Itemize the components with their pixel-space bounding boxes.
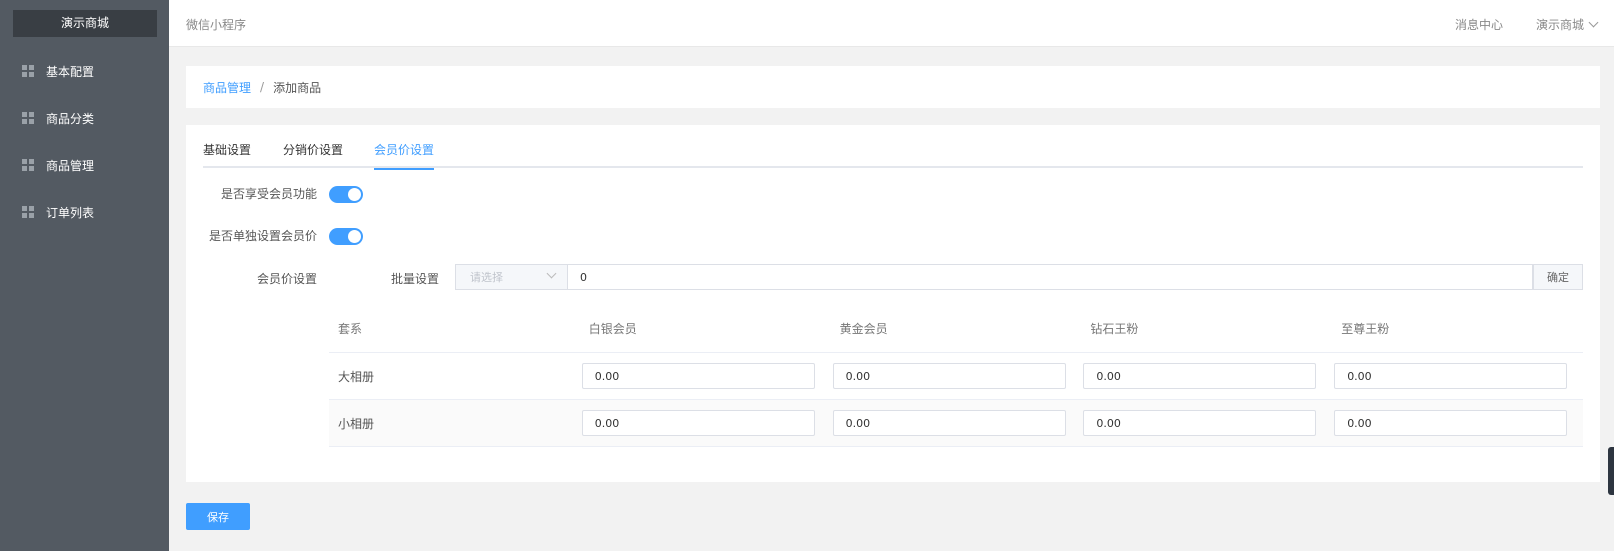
- table-row: 大相册 0.00 0.00 0.00 0.00: [329, 353, 1583, 400]
- row-name: 小相册: [338, 416, 375, 431]
- price-cell: 0.00: [1332, 353, 1583, 399]
- chevron-down-icon: [546, 268, 557, 279]
- sidebar-item-label: 商品分类: [46, 111, 95, 126]
- batch-level-select[interactable]: 请选择: [455, 264, 567, 290]
- member-price-label: 会员价设置: [256, 272, 317, 286]
- sidebar-item-products[interactable]: 商品管理: [0, 145, 169, 185]
- column-header: 钻石王粉: [1090, 322, 1139, 336]
- price-input[interactable]: 0.00: [1334, 410, 1568, 436]
- grid-icon: [22, 112, 34, 124]
- toggle-knob: [348, 188, 361, 201]
- header-title: 微信小程序: [186, 18, 247, 32]
- price-input[interactable]: 0.00: [581, 410, 815, 436]
- side-scroll-handle[interactable]: [1608, 447, 1614, 495]
- price-input[interactable]: 0.00: [1334, 363, 1568, 389]
- batch-price-value: 0: [580, 270, 587, 284]
- member-price-table: 套系 白银会员 黄金会员 钻石王粉 至尊王粉 大相册 0.00 0.00 0.0…: [329, 305, 1583, 447]
- breadcrumb: 商品管理 / 添加商品: [186, 66, 1600, 108]
- price-input[interactable]: 0.00: [1083, 410, 1317, 436]
- column-header: 套系: [338, 322, 363, 336]
- product-form-card: 基础设置 分销价设置 会员价设置 是否享受会员功能 是否单独设置会员价 会员价设…: [186, 125, 1600, 482]
- grid-icon: [22, 65, 34, 77]
- price-cell: 0.00: [580, 400, 831, 446]
- brand-logo[interactable]: 演示商城: [13, 10, 157, 37]
- tab-member-price[interactable]: 会员价设置: [374, 140, 435, 170]
- price-cell: 0.00: [1332, 400, 1583, 446]
- table-header: 套系 白银会员 黄金会员 钻石王粉 至尊王粉: [329, 305, 1583, 353]
- batch-confirm-button[interactable]: 确定: [1533, 264, 1583, 290]
- column-header: 至尊王粉: [1341, 322, 1390, 336]
- toggle-knob: [348, 230, 361, 243]
- breadcrumb-parent-link[interactable]: 商品管理: [203, 79, 251, 96]
- top-header: 微信小程序 消息中心 演示商城: [169, 0, 1614, 47]
- sidebar-item-orders[interactable]: 订单列表: [0, 192, 169, 232]
- user-name: 演示商城: [1536, 18, 1585, 32]
- price-cell: 0.00: [831, 353, 1082, 399]
- column-header: 白银会员: [588, 322, 637, 336]
- price-input[interactable]: 0.00: [832, 410, 1066, 436]
- batch-set-label: 批量设置: [391, 272, 440, 286]
- sidebar-item-label: 商品管理: [46, 158, 95, 173]
- grid-icon: [22, 159, 34, 171]
- price-input[interactable]: 0.00: [581, 363, 815, 389]
- batch-price-input[interactable]: 0: [567, 264, 1533, 290]
- save-button[interactable]: 保存: [186, 503, 250, 530]
- sidebar: 演示商城 基本配置 商品分类 商品管理 订单列表: [0, 0, 169, 551]
- price-cell: 0.00: [1081, 353, 1332, 399]
- column-header: 黄金会员: [839, 322, 888, 336]
- sidebar-item-label: 订单列表: [46, 205, 95, 220]
- select-placeholder: 请选择: [470, 271, 503, 284]
- message-center-link[interactable]: 消息中心: [1455, 16, 1503, 33]
- tab-bar: 基础设置 分销价设置 会员价设置: [203, 140, 1583, 170]
- member-enabled-toggle[interactable]: [329, 186, 363, 203]
- price-cell: 0.00: [831, 400, 1082, 446]
- separate-price-label: 是否单独设置会员价: [208, 229, 317, 243]
- row-name: 大相册: [338, 369, 375, 384]
- sidebar-item-label: 基本配置: [46, 64, 95, 79]
- grid-icon: [22, 206, 34, 218]
- member-enabled-label: 是否享受会员功能: [220, 187, 317, 201]
- price-cell: 0.00: [1081, 400, 1332, 446]
- table-row: 小相册 0.00 0.00 0.00 0.00: [329, 400, 1583, 447]
- sidebar-item-category[interactable]: 商品分类: [0, 98, 169, 138]
- tab-distribution-price[interactable]: 分销价设置: [283, 140, 343, 168]
- separate-price-toggle[interactable]: [329, 228, 363, 245]
- breadcrumb-current: 添加商品: [273, 80, 322, 95]
- sidebar-item-basic-config[interactable]: 基本配置: [0, 51, 169, 91]
- chevron-down-icon: [1588, 17, 1599, 28]
- price-cell: 0.00: [580, 353, 831, 399]
- tab-basic-settings[interactable]: 基础设置: [203, 140, 251, 168]
- price-input[interactable]: 0.00: [1083, 363, 1317, 389]
- price-input[interactable]: 0.00: [832, 363, 1066, 389]
- user-menu[interactable]: 演示商城: [1536, 16, 1599, 33]
- breadcrumb-separator: /: [260, 80, 265, 94]
